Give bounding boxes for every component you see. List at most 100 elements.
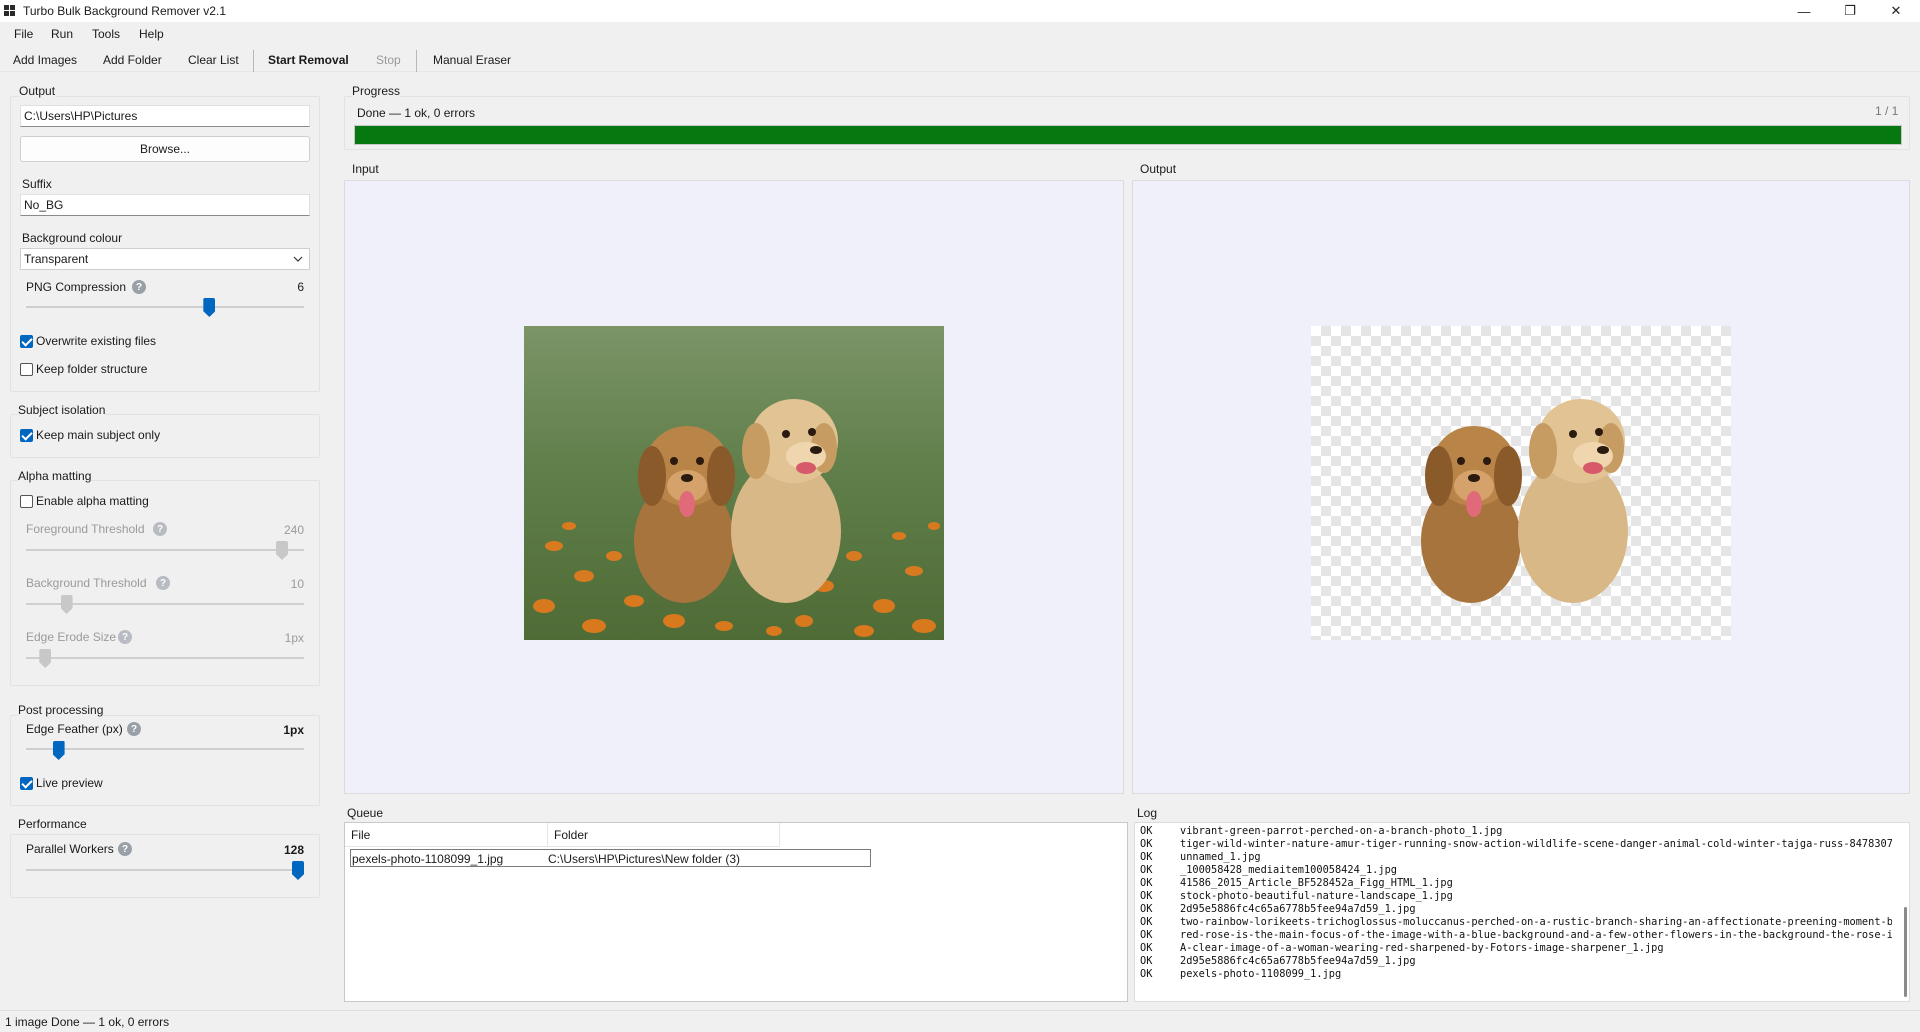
help-icon[interactable]: ?: [132, 280, 146, 294]
fg-threshold-label: Foreground Threshold: [26, 522, 145, 536]
log-status: OK: [1140, 955, 1153, 967]
stop-button[interactable]: Stop: [376, 53, 401, 67]
live-preview-checkbox[interactable]: [20, 777, 33, 790]
log-status: OK: [1140, 890, 1153, 902]
menu-file[interactable]: File: [14, 27, 33, 41]
start-removal-button[interactable]: Start Removal: [268, 53, 349, 67]
log-status: OK: [1140, 903, 1153, 915]
output-panel: [1132, 180, 1910, 794]
log-scrollbar-thumb[interactable]: [1904, 907, 1907, 997]
log-filename: A-clear-image-of-a-woman-wearing-red-sha…: [1180, 942, 1664, 954]
progress-group-label: Progress: [352, 84, 401, 98]
suffix-field[interactable]: No_BG: [20, 194, 310, 216]
fg-threshold-track[interactable]: [26, 549, 304, 551]
help-icon[interactable]: ?: [153, 522, 167, 536]
help-icon[interactable]: ?: [118, 842, 132, 856]
bg-threshold-label: Background Threshold: [26, 576, 147, 590]
performance-group-label: Performance: [18, 817, 87, 831]
edge-feather-track[interactable]: [26, 748, 304, 750]
manual-eraser-button[interactable]: Manual Eraser: [433, 53, 511, 67]
log-status: OK: [1140, 838, 1153, 850]
maximize-icon[interactable]: ❐: [1827, 0, 1873, 22]
queue-list[interactable]: File Folder pexels-photo-1108099_1.jpg C…: [344, 822, 1128, 1002]
input-panel-label: Input: [352, 162, 379, 176]
bg-colour-label: Background colour: [22, 231, 123, 245]
log-filename: tiger-wild-winter-nature-amur-tiger-runn…: [1180, 838, 1892, 850]
browse-button[interactable]: Browse...: [20, 136, 310, 162]
log-status: OK: [1140, 864, 1153, 876]
enable-alpha-matting-checkbox[interactable]: [20, 495, 33, 508]
output-group-label: Output: [19, 84, 56, 98]
edge-erode-value: 1px: [284, 631, 304, 645]
output-cutout-drawing: [1421, 399, 1628, 603]
queue-cell-file: pexels-photo-1108099_1.jpg: [352, 852, 504, 866]
log-filename: two-rainbow-lorikeets-trichoglossus-molu…: [1180, 916, 1892, 928]
edge-erode-track[interactable]: [26, 657, 304, 659]
parallel-workers-track[interactable]: [26, 869, 304, 871]
queue-label: Queue: [347, 806, 384, 820]
progress-bar: [354, 125, 1902, 145]
queue-column-folder[interactable]: Folder: [548, 823, 780, 847]
log-box[interactable]: OK vibrant-green-parrot-perched-on-a-bran…: [1134, 822, 1910, 1002]
clear-list-button[interactable]: Clear List: [188, 53, 239, 67]
keep-main-subject-label[interactable]: Keep main subject only: [36, 428, 160, 442]
output-path-field[interactable]: C:\Users\HP\Pictures: [20, 105, 310, 127]
help-icon[interactable]: ?: [118, 630, 132, 644]
log-label: Log: [1137, 806, 1158, 820]
keep-folder-label[interactable]: Keep folder structure: [36, 362, 147, 376]
help-icon[interactable]: ?: [156, 576, 170, 590]
menu-bar: File Run Tools Help: [0, 24, 1920, 44]
overwrite-label[interactable]: Overwrite existing files: [36, 334, 156, 348]
log-filename: red-rose-is-the-main-focus-of-the-image-…: [1180, 929, 1892, 941]
log-filename: vibrant-green-parrot-perched-on-a-branch…: [1180, 825, 1503, 837]
table-row[interactable]: pexels-photo-1108099_1.jpg C:\Users\HP\P…: [350, 849, 871, 867]
menu-run[interactable]: Run: [51, 27, 73, 41]
status-text: 1 image Done — 1 ok, 0 errors: [5, 1015, 170, 1029]
log-filename: _100058428_mediaitem100058424_1.jpg: [1180, 864, 1397, 876]
edge-erode-label: Edge Erode Size: [26, 630, 117, 644]
help-icon[interactable]: ?: [127, 722, 141, 736]
edge-feather-label: Edge Feather (px): [26, 722, 123, 736]
log-status: OK: [1140, 877, 1153, 889]
post-processing-group-label: Post processing: [18, 703, 104, 717]
input-photo-drawing: [524, 326, 944, 640]
log-status: OK: [1140, 968, 1153, 980]
log-status: OK: [1140, 916, 1153, 928]
enable-alpha-matting-label[interactable]: Enable alpha matting: [36, 494, 149, 508]
progress-fill: [355, 126, 1901, 144]
minimize-icon[interactable]: —: [1781, 0, 1827, 22]
toolbar: Add Images Add Folder Clear List Start R…: [0, 48, 1920, 72]
log-filename: stock-photo-beautiful-nature-landscape_1…: [1180, 890, 1453, 902]
queue-cell-folder: C:\Users\HP\Pictures\New folder (3): [548, 852, 741, 866]
png-compression-value: 6: [297, 280, 304, 294]
menu-tools[interactable]: Tools: [92, 27, 120, 41]
add-folder-button[interactable]: Add Folder: [103, 53, 162, 67]
input-panel: [344, 180, 1124, 794]
log-status: OK: [1140, 851, 1153, 863]
queue-column-file[interactable]: File: [345, 823, 548, 847]
edge-feather-value: 1px: [283, 723, 304, 737]
menu-help[interactable]: Help: [139, 27, 164, 41]
output-image: [1311, 326, 1731, 640]
keep-main-subject-checkbox[interactable]: [20, 429, 33, 442]
alpha-matting-group-label: Alpha matting: [18, 469, 92, 483]
log-status: OK: [1140, 942, 1153, 954]
bg-colour-select[interactable]: Transparent: [20, 248, 310, 270]
add-images-button[interactable]: Add Images: [13, 53, 77, 67]
bg-threshold-value: 10: [290, 577, 304, 591]
log-filename: 41586_2015_Article_BF528452a_Figg_HTML_1…: [1180, 877, 1453, 889]
title-bar: Turbo Bulk Background Remover v2.1 — ❐ ✕: [0, 0, 1920, 22]
log-filename: pexels-photo-1108099_1.jpg: [1180, 968, 1342, 980]
keep-folder-checkbox[interactable]: [20, 363, 33, 376]
output-panel-label: Output: [1140, 162, 1177, 176]
progress-status: Done — 1 ok, 0 errors: [357, 106, 476, 120]
log-lines: OK vibrant-green-parrot-perched-on-a-bran…: [1140, 825, 1892, 1001]
parallel-workers-value: 128: [283, 843, 304, 857]
close-icon[interactable]: ✕: [1873, 0, 1919, 22]
live-preview-label[interactable]: Live preview: [36, 776, 103, 790]
overwrite-checkbox[interactable]: [20, 335, 33, 348]
status-bar: 1 image Done — 1 ok, 0 errors: [0, 1010, 1920, 1032]
parallel-workers-label: Parallel Workers: [26, 842, 114, 856]
png-compression-track[interactable]: [26, 306, 304, 308]
window-title: Turbo Bulk Background Remover v2.1: [23, 4, 226, 18]
